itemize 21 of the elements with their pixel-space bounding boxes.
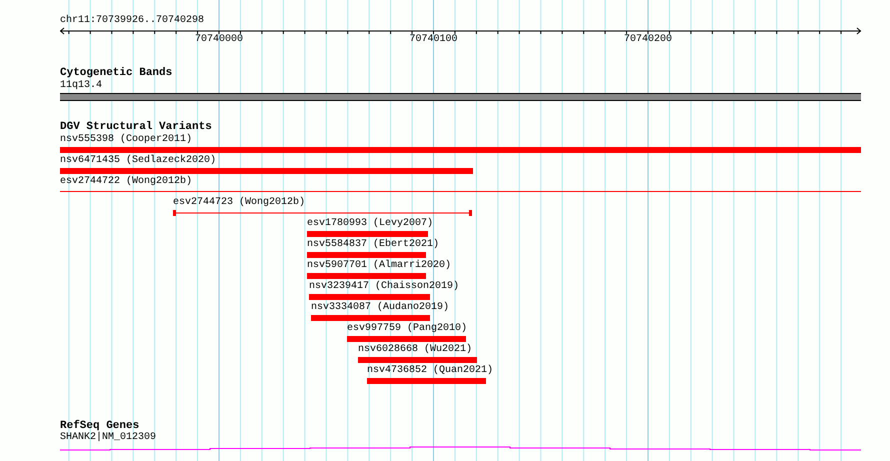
- ruler-tick-label: 70740000: [195, 34, 243, 46]
- feature-label: nsv6028668 (Wu2021): [358, 344, 472, 356]
- track-title: DGV Structural Variants: [60, 121, 212, 134]
- feature-label: 11q13.4: [60, 80, 102, 92]
- feature-label: nsv6471435 (Sedlazeck2020): [60, 155, 216, 167]
- feature-label: nsv3334087 (Audano2019): [311, 302, 450, 314]
- ruler-tick-label: 70740100: [410, 34, 458, 46]
- region-label: chr11:70739926..70740298: [60, 15, 204, 27]
- feature-label: nsv5907701 (Almarri2020): [307, 260, 452, 272]
- track-title: Cytogenetic Bands: [60, 67, 172, 80]
- feature-label: esv997759 (Pang2010): [347, 323, 468, 335]
- ruler-tick-label: 70740200: [624, 34, 672, 46]
- feature-label: esv2744722 (Wong2012b): [60, 176, 192, 188]
- feature-label: SHANK2|NM_012309: [60, 432, 156, 444]
- feature-label: esv1780993 (Levy2007): [307, 218, 434, 230]
- feature-label: nsv555398 (Cooper2011): [60, 134, 192, 146]
- feature-label: nsv5584837 (Ebert2021): [307, 239, 440, 251]
- track-title: RefSeq Genes: [60, 420, 140, 432]
- feature-label: nsv4736852 (Quan2021): [367, 365, 494, 377]
- feature-label: nsv3239417 (Chaisson2019): [309, 281, 460, 293]
- feature-label: esv2744723 (Wong2012b): [173, 197, 306, 209]
